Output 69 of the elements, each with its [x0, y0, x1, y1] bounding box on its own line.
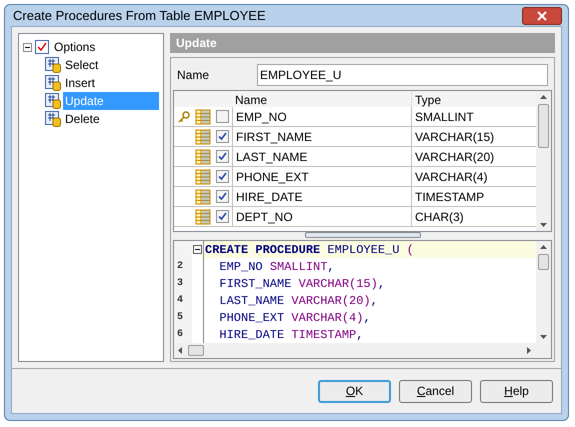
row-checkbox[interactable] — [216, 210, 228, 223]
table-cell: LAST_NAME — [232, 147, 412, 166]
scroll-left-arrow-icon[interactable] — [177, 347, 184, 354]
tree-item[interactable]: Select — [63, 56, 159, 74]
table-cell: HIRE_DATE — [232, 187, 412, 206]
scroll-up-arrow-icon[interactable] — [540, 244, 547, 251]
table-cell-text: VARCHAR(15) — [414, 128, 496, 146]
code-line: HIRE_DATE TIMESTAMP, — [218, 326, 364, 343]
row-checkbox[interactable] — [216, 170, 228, 183]
gear-database-icon — [45, 75, 61, 91]
row-checkbox[interactable] — [216, 130, 228, 143]
column-header[interactable]: Type — [412, 91, 536, 107]
line-number: 6 — [177, 328, 184, 342]
line-number: 3 — [177, 277, 184, 291]
column-header[interactable]: Name — [232, 91, 412, 107]
scroll-up-arrow-icon[interactable] — [540, 94, 547, 101]
table-icon — [195, 188, 211, 204]
table-icon — [195, 168, 211, 184]
scroll-thumb[interactable] — [538, 104, 549, 148]
name-label: Name — [177, 67, 210, 84]
code-line: FIRST_NAME VARCHAR(15), — [218, 276, 386, 292]
table-cell: EMP_NO — [232, 107, 412, 126]
table-icon — [195, 148, 211, 164]
scroll-down-arrow-icon[interactable] — [540, 333, 547, 340]
row-checkbox[interactable] — [216, 150, 228, 163]
code-line: PHONE_EXT VARCHAR(4), — [218, 310, 372, 326]
scroll-thumb[interactable] — [188, 345, 204, 356]
table-cell: DEPT_NO — [232, 207, 412, 226]
close-icon — [537, 10, 547, 20]
gear-database-icon — [45, 93, 61, 109]
dialog-button[interactable]: Help — [480, 380, 553, 402]
scroll-down-arrow-icon[interactable] — [540, 221, 547, 228]
gear-database-icon — [45, 111, 61, 127]
table-cell-text: SMALLINT — [414, 108, 475, 126]
row-checkbox[interactable] — [216, 110, 228, 123]
window-title: Create Procedures From Table EMPLOYEE — [12, 6, 267, 25]
dialog-button[interactable]: Cancel — [399, 380, 472, 402]
table-cell-text: CHAR(3) — [414, 208, 465, 226]
gear-database-icon — [45, 57, 61, 73]
line-number: 2 — [177, 260, 184, 274]
table-icon — [195, 108, 211, 124]
tree-item[interactable]: Options — [52, 38, 98, 56]
row-checkbox[interactable] — [216, 190, 228, 203]
close-button[interactable] — [522, 6, 562, 24]
table-cell-text: VARCHAR(20) — [414, 148, 496, 166]
table-cell: FIRST_NAME — [232, 127, 412, 146]
line-number: 5 — [177, 311, 184, 325]
name-input[interactable]: EMPLOYEE_U — [257, 64, 548, 86]
code-vertical-scrollbar[interactable] — [536, 241, 551, 343]
scroll-thumb[interactable] — [538, 254, 549, 270]
table-icon — [195, 128, 211, 144]
horizontal-scrollbar[interactable] — [174, 343, 551, 358]
collapse-icon[interactable] — [23, 42, 32, 52]
code-line: EMP_NO SMALLINT, — [218, 258, 336, 275]
splitter-handle[interactable] — [304, 232, 420, 238]
collapse-icon[interactable] — [193, 245, 202, 254]
scroll-right-arrow-icon[interactable] — [525, 347, 532, 354]
section-header: Update — [170, 33, 555, 53]
dialog-button[interactable]: OK — [318, 380, 391, 402]
table-cell: PHONE_EXT — [232, 167, 412, 186]
code-line: LAST_NAME VARCHAR(20), — [218, 292, 379, 309]
table-icon — [195, 208, 211, 224]
vertical-scrollbar[interactable] — [536, 91, 551, 231]
table-cell-text: VARCHAR(4) — [414, 168, 488, 186]
checklist-icon — [35, 40, 49, 54]
tree-item[interactable]: Insert — [63, 74, 159, 92]
tree-item[interactable]: Delete — [63, 110, 159, 128]
line-number: 4 — [177, 294, 184, 308]
table-cell-text: TIMESTAMP — [414, 188, 486, 206]
